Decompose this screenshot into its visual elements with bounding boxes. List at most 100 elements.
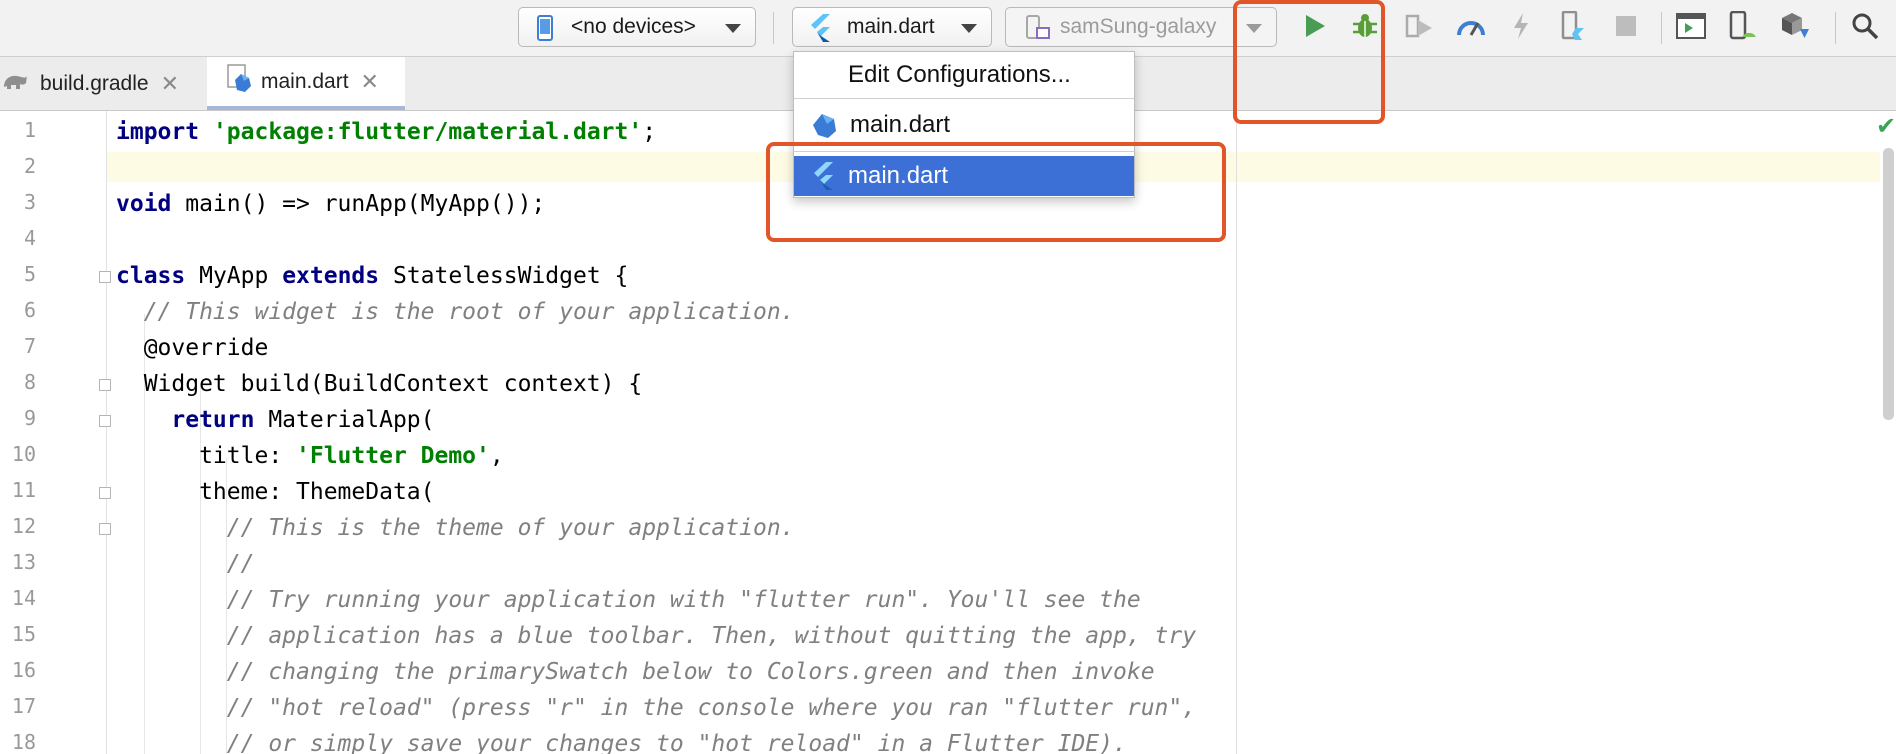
code-line[interactable]: class MyApp extends StatelessWidget { <box>116 261 628 291</box>
code-line[interactable]: title: 'Flutter Demo', <box>116 441 504 471</box>
code-line[interactable]: // "hot reload" (press "r" in the consol… <box>116 693 1196 723</box>
code-token: @override <box>116 335 269 361</box>
tab-build-gradle[interactable]: build.gradle ✕ <box>0 57 204 110</box>
stop-icon <box>1615 15 1637 42</box>
search-icon <box>1851 12 1879 45</box>
line-number: 12 <box>11 514 36 538</box>
tab-main-dart[interactable]: main.dart ✕ <box>207 57 405 110</box>
avd-manager-button[interactable] <box>1727 10 1759 46</box>
hot-reload-icon <box>1512 12 1530 45</box>
code-token: StatelessWidget { <box>379 263 629 289</box>
line-number-gutter: 1 2 3 4 5 6 7 8 9 10 11 12 13 14 15 16 1… <box>0 111 111 754</box>
fold-marker[interactable] <box>99 523 111 535</box>
sdk-manager-icon <box>1780 11 1810 46</box>
fold-marker[interactable] <box>99 415 111 427</box>
phone-icon <box>537 15 553 47</box>
tab-label: main.dart <box>261 69 349 93</box>
device-icon <box>1026 15 1050 47</box>
avd-manager-icon <box>1728 10 1758 46</box>
code-token: MyApp <box>185 263 283 289</box>
code-token: Widget build(BuildContext context) { <box>116 371 643 397</box>
line-number: 3 <box>23 190 36 214</box>
code-token: // This widget is the root of your appli… <box>116 299 795 325</box>
line-number: 9 <box>23 406 36 430</box>
config-main-dart-dart[interactable]: main.dart <box>794 105 1134 145</box>
hot-restart-button[interactable] <box>1557 10 1589 46</box>
main-toolbar: <no devices> main.dart samSung-galaxy <box>0 0 1896 57</box>
code-token: class <box>116 263 186 289</box>
toolbar-separator <box>773 12 774 44</box>
fold-marker[interactable] <box>99 379 111 391</box>
code-line[interactable]: void main() => runApp(MyApp()); <box>116 189 545 219</box>
toolbar-separator <box>1661 12 1662 44</box>
run-config-selector[interactable]: main.dart <box>792 7 992 47</box>
device-selector-label: <no devices> <box>571 15 696 38</box>
sdk-manager-button[interactable] <box>1779 12 1811 44</box>
close-icon[interactable]: ✕ <box>161 71 179 97</box>
code-line[interactable]: // This is the theme of your application… <box>116 513 795 543</box>
line-number: 15 <box>11 622 36 646</box>
line-number: 1 <box>23 118 36 142</box>
code-line[interactable]: Widget build(BuildContext context) { <box>116 369 643 399</box>
line-number: 8 <box>23 370 36 394</box>
code-token: import <box>116 119 200 145</box>
line-number: 10 <box>11 442 36 466</box>
tab-label: build.gradle <box>40 71 149 95</box>
code-token: ; <box>642 119 657 145</box>
stop-button[interactable] <box>1610 12 1642 44</box>
code-token: // application has a blue toolbar. Then,… <box>116 623 1197 649</box>
code-token: // Try running your application with "fl… <box>116 587 1141 613</box>
terminal-icon <box>1676 12 1706 44</box>
code-line[interactable]: return MaterialApp( <box>116 405 435 435</box>
code-line[interactable]: // or simply save your changes to "hot r… <box>116 729 1127 754</box>
line-number: 14 <box>11 586 36 610</box>
toolbar-separator <box>1835 12 1836 44</box>
flutter-icon <box>809 14 831 48</box>
code-line[interactable]: // changing the primarySwatch below to C… <box>116 657 1155 687</box>
device-selector[interactable]: <no devices> <box>518 7 756 47</box>
code-line[interactable]: // Try running your application with "fl… <box>116 585 1141 615</box>
profile-icon <box>1456 14 1486 43</box>
code-token: MaterialApp( <box>254 407 435 433</box>
code-token: // or simply save your changes to "hot r… <box>116 731 1127 754</box>
code-token: // <box>116 551 255 577</box>
menu-separator <box>794 98 1134 99</box>
line-number: 6 <box>23 298 36 322</box>
gradle-icon <box>2 71 28 97</box>
code-token: // "hot reload" (press "r" in the consol… <box>116 695 1197 721</box>
code-line[interactable]: // This widget is the root of your appli… <box>116 297 795 327</box>
target-device-label: samSung-galaxy <box>1060 15 1217 38</box>
hot-restart-icon <box>1560 10 1586 46</box>
code-token: void <box>116 191 172 217</box>
fold-marker[interactable] <box>99 487 111 499</box>
close-icon[interactable]: ✕ <box>361 69 379 95</box>
terminal-button[interactable] <box>1675 12 1707 44</box>
code-line[interactable]: // application has a blue toolbar. Then,… <box>116 621 1196 651</box>
hot-reload-button[interactable] <box>1505 12 1537 44</box>
code-line[interactable]: @override <box>116 333 269 363</box>
fold-marker[interactable] <box>99 271 111 283</box>
code-token: title: <box>116 443 297 469</box>
right-margin-guide <box>1236 111 1237 754</box>
code-token: extends <box>282 263 380 289</box>
line-number: 13 <box>11 550 36 574</box>
line-number: 4 <box>23 226 36 250</box>
line-number: 11 <box>11 478 36 502</box>
menu-item-label: Edit Configurations... <box>848 60 1071 88</box>
no-problems-check-icon: ✔ <box>1876 113 1896 140</box>
run-with-coverage-button[interactable] <box>1403 12 1435 44</box>
edit-configurations-item[interactable]: Edit Configurations... <box>794 52 1134 97</box>
code-line[interactable]: theme: ThemeData( <box>116 477 434 507</box>
line-number: 17 <box>11 694 36 718</box>
code-line[interactable]: import 'package:flutter/material.dart'; <box>116 117 656 147</box>
vertical-scrollbar[interactable] <box>1883 148 1894 420</box>
menu-item-label: main.dart <box>850 111 951 138</box>
profile-button[interactable] <box>1455 12 1487 44</box>
line-number: 7 <box>23 334 36 358</box>
annotation-box-run-debug <box>1233 0 1385 124</box>
code-line[interactable]: // <box>116 549 255 579</box>
search-button[interactable] <box>1849 12 1881 44</box>
dart-icon <box>810 111 838 139</box>
